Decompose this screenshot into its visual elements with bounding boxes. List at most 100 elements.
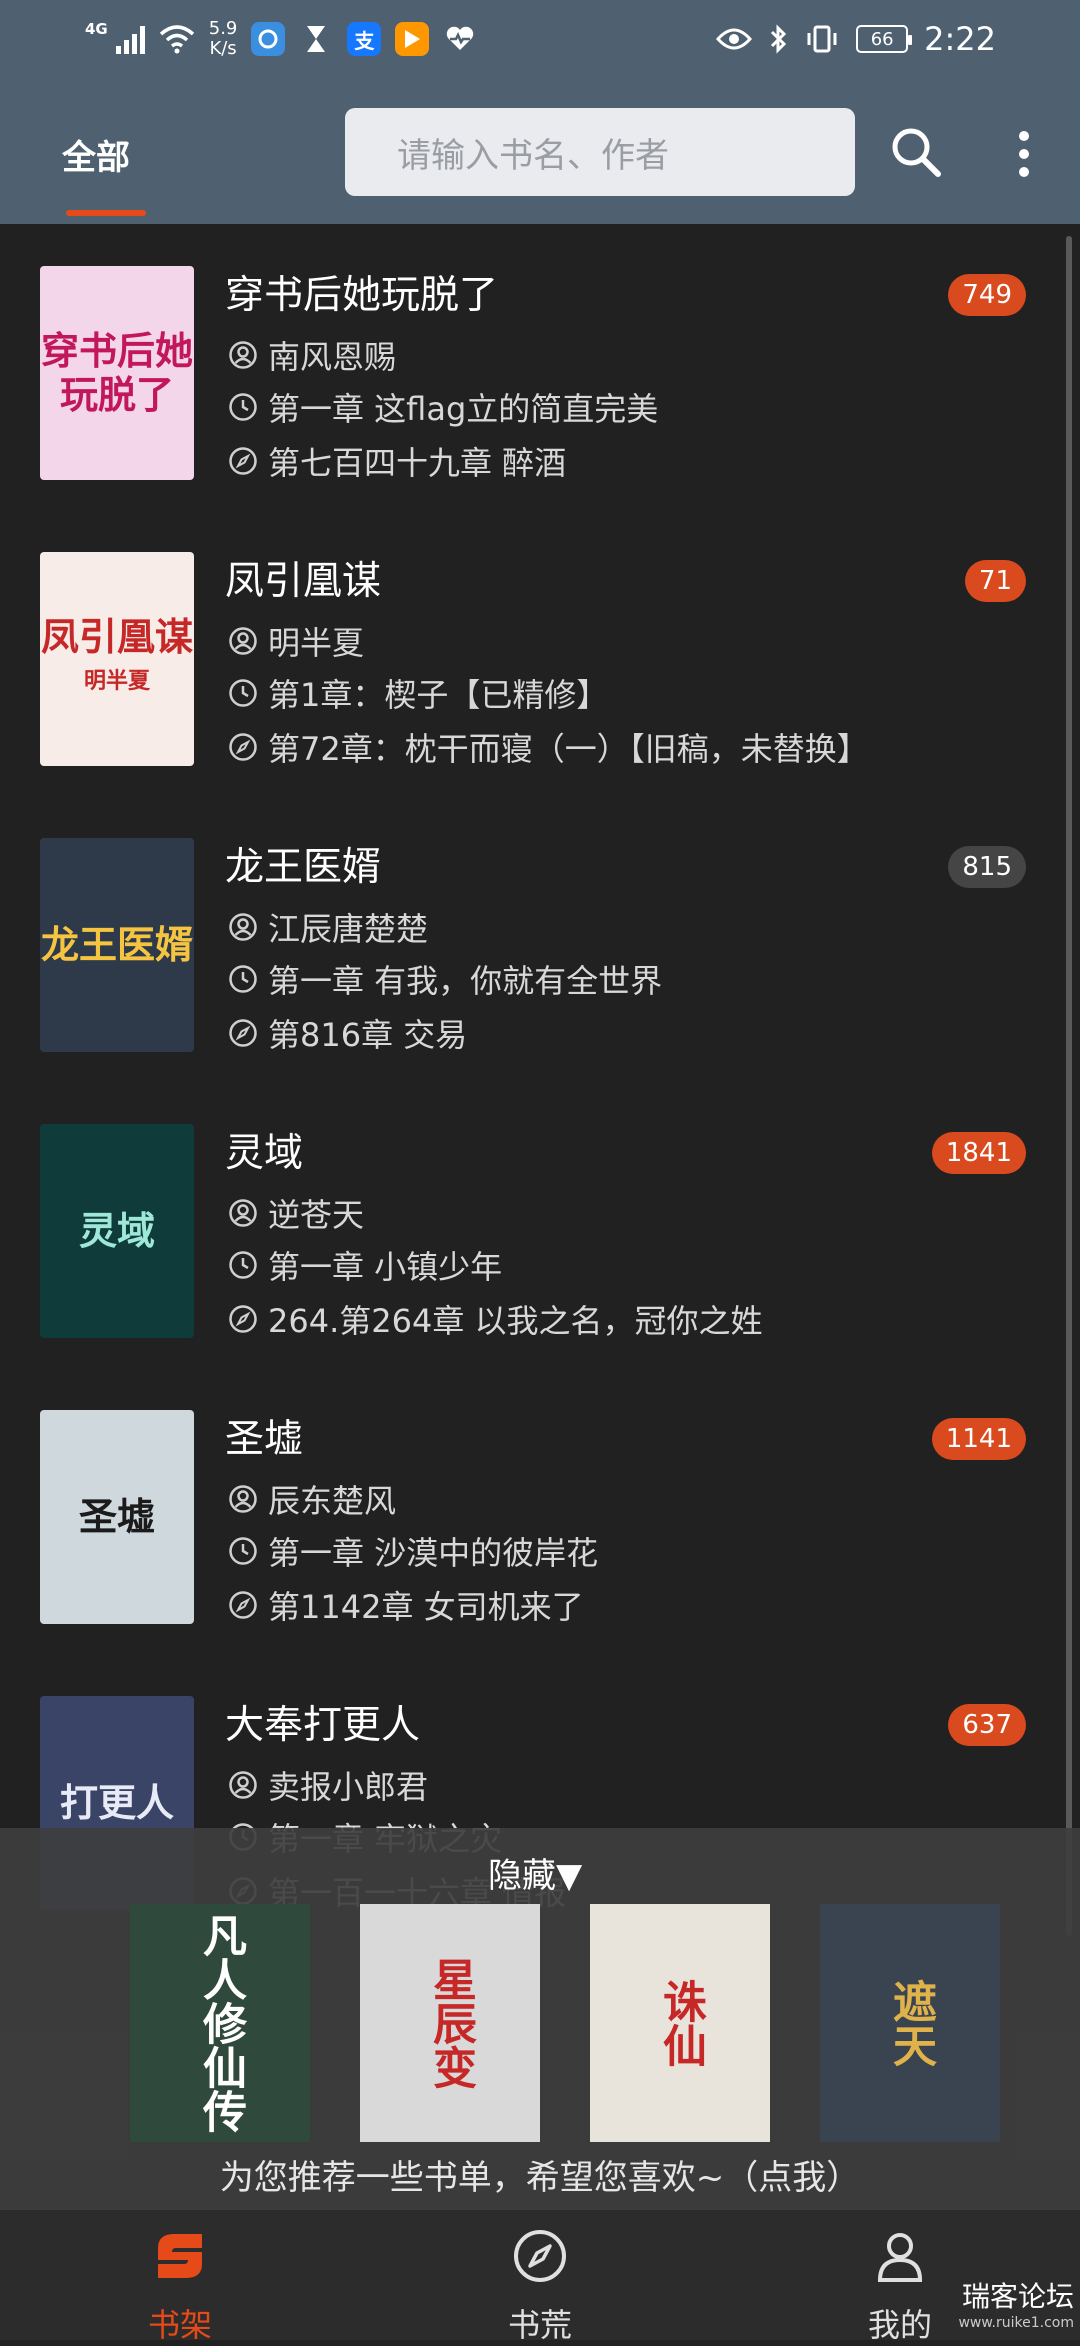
compass-icon [229,1305,257,1333]
clock-icon [229,1251,257,1279]
recommendation-panel: 隐藏▼ 为您推荐一些书单，希望您喜欢~（点我） 凡人修仙传 星辰变 诛仙 遮天 [0,1828,1080,2210]
recommended-book-cover[interactable]: 星辰变 [360,1904,540,2142]
signal-icon [115,24,145,54]
recommended-book-cover[interactable]: 凡人修仙传 [130,1904,310,2142]
author-icon [229,913,257,941]
book-title: 龙王医婿 [225,845,382,890]
video-icon [395,22,430,56]
tab-indicator [66,210,146,216]
recommended-book-title: 诛仙 [655,1979,706,2067]
unread-count-badge: 1141 [931,1418,1026,1460]
network-speed: 5.9 K/s [209,19,238,59]
search-icon[interactable] [888,124,944,180]
book-title: 圣墟 [225,1417,304,1462]
nav-discover[interactable]: 书荒 [440,2210,640,2344]
search-input[interactable]: 请输入书名、作者 [345,108,855,196]
latest-chapter: 第72章：枕干而寝（一）【旧稿，未替换】 [268,730,869,768]
recommended-book-title: 星辰变 [425,1957,476,2089]
author-icon [229,627,257,655]
book-row[interactable]: 龙王医婿 龙王医婿 江辰唐楚楚 第一章 有我，你就有全世界 第816章 交易 815 [0,796,1080,1082]
latest-chapter: 第七百四十九章 醉酒 [268,444,567,482]
first-chapter: 第1章：楔子【已精修】 [268,676,609,714]
recommended-book-cover[interactable]: 遮天 [820,1904,1000,2142]
book-cover[interactable]: 凤引凰谋 明半夏 [40,552,194,766]
first-chapter: 第一章 沙漠中的彼岸花 [268,1534,599,1572]
latest-chapter-row: 第七百四十九章 醉酒 [228,438,566,484]
first-chapter-row: 第一章 沙漠中的彼岸花 [228,1528,598,1574]
book-title: 凤引凰谋 [225,559,382,604]
book-row[interactable]: 灵域 灵域 逆苍天 第一章 小镇少年 264.第264章 以我之名，冠你之姓 1841 [0,1082,1080,1368]
compass-icon [229,733,257,761]
book-row[interactable]: 穿书后她玩脱了 穿书后她玩脱了 南风恩赐 第一章 这flag立的简直完美 第七百四十九章… [0,224,1080,510]
more-options-icon[interactable] [1010,126,1038,182]
book-cover[interactable]: 圣墟 [40,1410,194,1624]
book-author: 卖报小郎君 [268,1768,429,1806]
book-author-row: 辰东楚风 [228,1476,396,1522]
clock-icon [229,679,257,707]
watermark: 瑞客论坛 www.ruike1.com [958,2283,1074,2336]
bottom-navigation: 书架 书荒 我的 瑞客论坛 www.ruike1.com [0,2210,1080,2344]
compass-icon [229,1019,257,1047]
book-cover[interactable]: 灵域 [40,1124,194,1338]
user-icon [877,2233,923,2282]
recommendation-caption[interactable]: 为您推荐一些书单，希望您喜欢~（点我） [0,2150,1080,2199]
book-cover[interactable]: 穿书后她玩脱了 [40,266,194,480]
author-icon [229,341,257,369]
book-author-row: 南风恩赐 [228,332,396,378]
clock-icon [229,393,257,421]
unread-count-badge: 749 [948,274,1026,316]
status-bar: 4G 5.9 K/s 支 66 2:22 [0,0,1080,78]
book-title: 大奉打更人 [225,1703,421,1748]
book-author: 江辰唐楚楚 [268,910,429,948]
unread-count-badge: 1841 [931,1132,1026,1174]
first-chapter-row: 第一章 这flag立的简直完美 [228,384,658,430]
latest-chapter-row: 第816章 交易 [228,1010,467,1056]
book-author-row: 逆苍天 [228,1190,364,1236]
browser-icon [251,22,286,56]
vibrate-icon [807,25,837,53]
author-icon [229,1199,257,1227]
compass-icon [229,447,257,475]
clock: 2:22 [924,20,996,58]
first-chapter: 第一章 小镇少年 [268,1248,503,1286]
latest-chapter: 第1142章 女司机来了 [268,1588,584,1626]
nav-label-bookshelf: 书架 [147,2306,212,2344]
cover-title: 龙王医婿 [40,922,193,967]
unread-count-badge: 71 [964,560,1026,602]
cover-title: 灵域 [78,1208,155,1253]
compass-icon [514,2230,566,2282]
book-author-row: 明半夏 [228,618,364,664]
wifi-icon [159,25,194,54]
first-chapter: 第一章 这flag立的简直完美 [268,390,659,428]
first-chapter-row: 第一章 小镇少年 [228,1242,502,1288]
latest-chapter-row: 第1142章 女司机来了 [228,1582,584,1628]
nav-bookshelf[interactable]: 书架 [80,2210,280,2344]
cover-title: 打更人 [59,1780,174,1825]
first-chapter: 第一章 有我，你就有全世界 [268,962,663,1000]
book-cover[interactable]: 龙王医婿 [40,838,194,1052]
clock-icon [229,1537,257,1565]
book-author: 辰东楚风 [268,1482,397,1520]
latest-chapter-row: 第72章：枕干而寝（一）【旧稿，未替换】 [228,724,869,770]
network-type: 4G [85,20,108,38]
latest-chapter-row: 264.第264章 以我之名，冠你之姓 [228,1296,763,1342]
book-author: 逆苍天 [268,1196,365,1234]
author-icon [229,1771,257,1799]
watermark-text: 瑞客论坛 [961,2280,1074,2313]
hide-toggle[interactable]: 隐藏▼ [488,1848,582,1897]
bookshelf-icon [158,2234,202,2278]
scrollbar[interactable] [1066,236,1072,1936]
tab-all[interactable]: 全部 [62,130,130,179]
book-row[interactable]: 凤引凰谋 明半夏 凤引凰谋 明半夏 第1章：楔子【已精修】 第72章：枕干而寝（一）【旧稿… [0,510,1080,796]
book-author: 南风恩赐 [268,338,397,376]
cover-title: 圣墟 [78,1494,155,1539]
health-icon [443,22,477,56]
eye-icon [716,28,753,50]
book-row[interactable]: 圣墟 圣墟 辰东楚风 第一章 沙漠中的彼岸花 第1142章 女司机来了 1141 [0,1368,1080,1654]
book-author: 明半夏 [268,624,365,662]
recommended-book-cover[interactable]: 诛仙 [590,1904,770,2142]
book-author-row: 卖报小郎君 [228,1762,428,1808]
battery-icon: 66 [856,25,913,53]
cover-title: 穿书后她玩脱了 [40,328,193,417]
hourglass-icon [299,22,333,56]
